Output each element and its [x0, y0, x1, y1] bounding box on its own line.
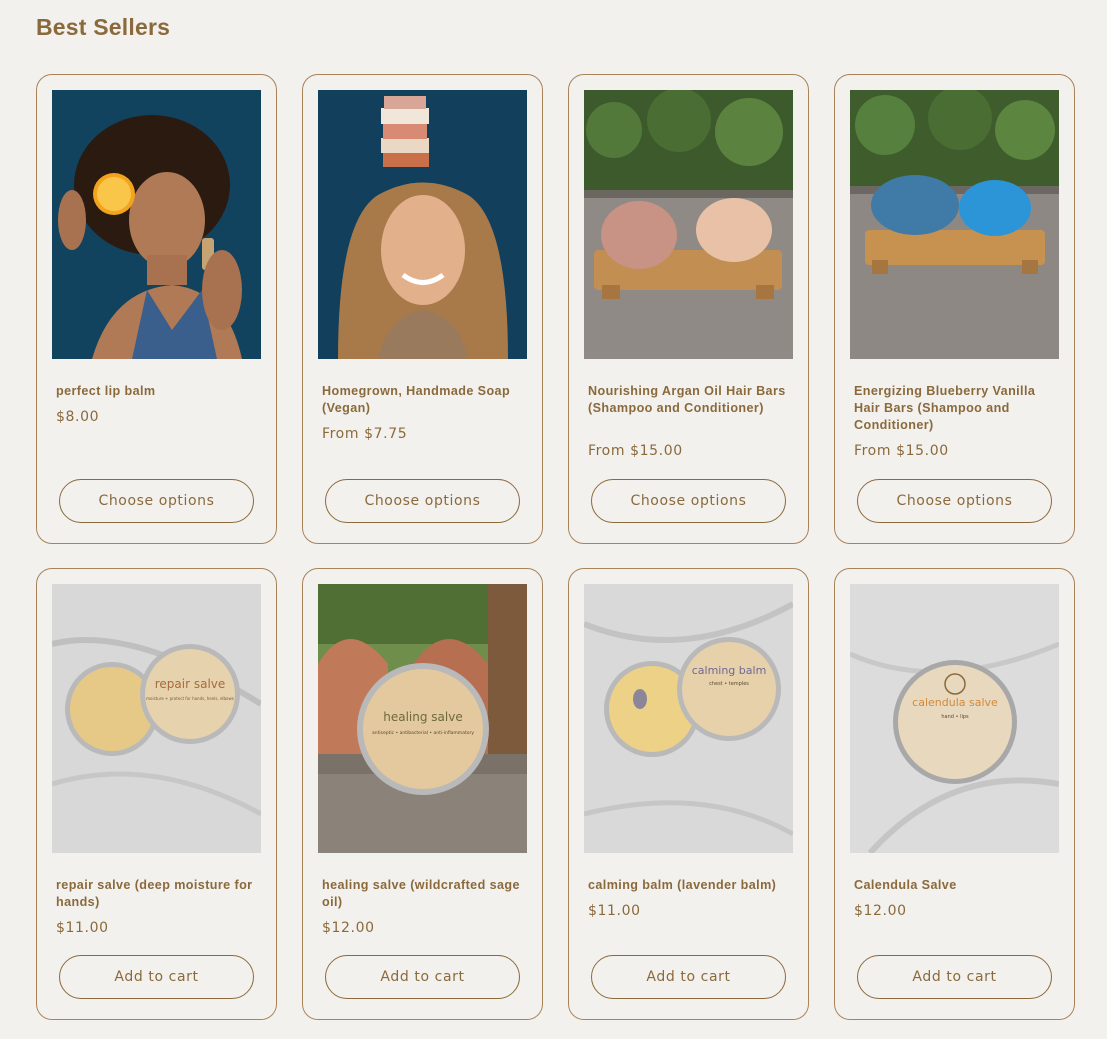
tin-subtitle: antiseptic • antibacterial • anti-inflam…: [372, 730, 474, 736]
tin-subtitle: hand • lips: [941, 714, 969, 720]
product-image-calming-balm[interactable]: calming balm chest • temples: [584, 584, 793, 853]
product-image-calendula-salve[interactable]: calendula salve hand • lips: [850, 584, 1059, 853]
product-title[interactable]: Calendula Salve: [854, 877, 1059, 894]
product-card: Homegrown, Handmade Soap (Vegan) From $7…: [302, 74, 543, 544]
product-card: Nourishing Argan Oil Hair Bars (Shampoo …: [568, 74, 809, 544]
choose-options-button[interactable]: Choose options: [59, 479, 254, 523]
product-price: $8.00: [56, 409, 100, 425]
product-title[interactable]: Homegrown, Handmade Soap (Vegan): [322, 383, 527, 417]
tin-subtitle: moisture + protect for hands, heels, elb…: [146, 696, 234, 701]
woman-with-soap-image: [318, 90, 527, 359]
tin-brand: repair salve: [155, 677, 226, 691]
product-price: From $7.75: [322, 426, 408, 442]
choose-options-button[interactable]: Choose options: [591, 479, 786, 523]
product-image-healing-salve[interactable]: healing salve antiseptic • antibacterial…: [318, 584, 527, 853]
woman-with-orange-image: [52, 90, 261, 359]
tin-brand: calendula salve: [912, 696, 998, 709]
product-grid: perfect lip balm $8.00 Choose options Ho…: [36, 74, 1075, 1020]
product-price: $12.00: [322, 920, 375, 936]
calming-balm-tin-image: calming balm chest • temples: [584, 584, 793, 853]
tin-brand: calming balm: [692, 664, 767, 677]
product-title[interactable]: repair salve (deep moisture for hands): [56, 877, 261, 911]
tin-brand: healing salve: [383, 710, 462, 724]
product-price: From $15.00: [854, 443, 949, 459]
product-price: $11.00: [588, 903, 641, 919]
choose-options-button[interactable]: Choose options: [325, 479, 520, 523]
product-card: perfect lip balm $8.00 Choose options: [36, 74, 277, 544]
tin-subtitle: chest • temples: [709, 681, 749, 687]
product-card: repair salve moisture + protect for hand…: [36, 568, 277, 1020]
product-image-blueberry-bars[interactable]: [850, 90, 1059, 359]
product-card: calming balm chest • temples calming bal…: [568, 568, 809, 1020]
product-image-lip-balm[interactable]: [52, 90, 261, 359]
product-title[interactable]: Nourishing Argan Oil Hair Bars (Shampoo …: [588, 383, 793, 417]
product-image-argan-bars[interactable]: [584, 90, 793, 359]
product-title[interactable]: calming balm (lavender balm): [588, 877, 793, 894]
add-to-cart-button[interactable]: Add to cart: [857, 955, 1052, 999]
product-card: healing salve antiseptic • antibacterial…: [302, 568, 543, 1020]
product-price: $11.00: [56, 920, 109, 936]
product-title[interactable]: Energizing Blueberry Vanilla Hair Bars (…: [854, 383, 1059, 434]
product-card: calendula salve hand • lips Calendula Sa…: [834, 568, 1075, 1020]
product-image-repair-salve[interactable]: repair salve moisture + protect for hand…: [52, 584, 261, 853]
healing-salve-tin-image: healing salve antiseptic • antibacterial…: [318, 584, 527, 853]
add-to-cart-button[interactable]: Add to cart: [59, 955, 254, 999]
choose-options-button[interactable]: Choose options: [857, 479, 1052, 523]
repair-salve-tin-image: repair salve moisture + protect for hand…: [52, 584, 261, 853]
product-title[interactable]: perfect lip balm: [56, 383, 261, 400]
argan-hair-bars-image: [584, 90, 793, 359]
product-card: Energizing Blueberry Vanilla Hair Bars (…: [834, 74, 1075, 544]
product-price: $12.00: [854, 903, 907, 919]
product-title[interactable]: healing salve (wildcrafted sage oil): [322, 877, 527, 911]
product-price: From $15.00: [588, 443, 683, 459]
blueberry-hair-bars-image: [850, 90, 1059, 359]
add-to-cart-button[interactable]: Add to cart: [325, 955, 520, 999]
add-to-cart-button[interactable]: Add to cart: [591, 955, 786, 999]
section-title: Best Sellers: [36, 14, 171, 40]
calendula-salve-tin-image: calendula salve hand • lips: [850, 584, 1059, 853]
product-image-soap[interactable]: [318, 90, 527, 359]
